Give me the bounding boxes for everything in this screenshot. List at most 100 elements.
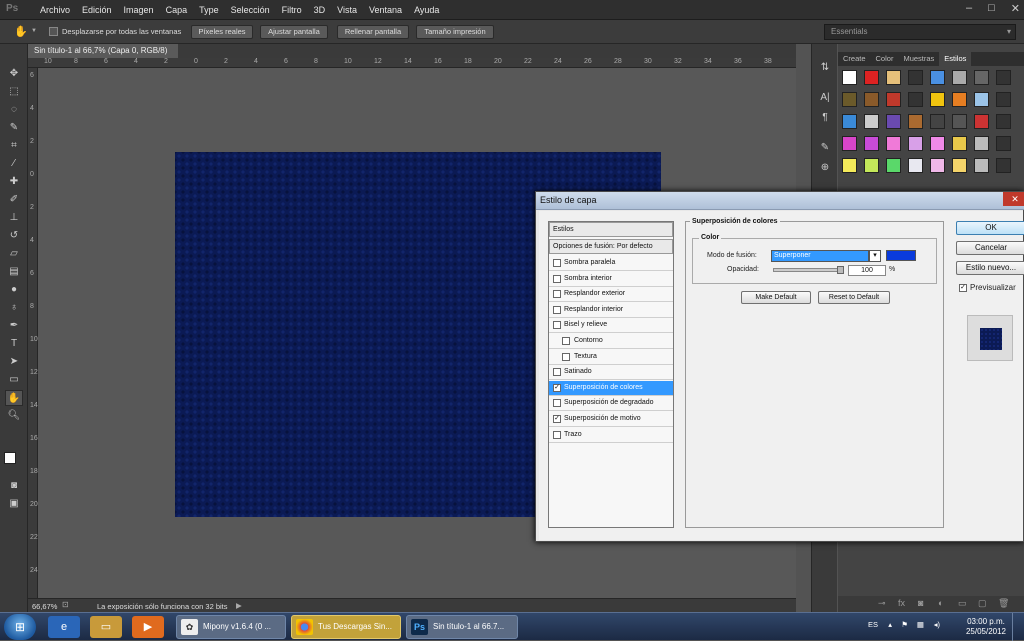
style-item-checkbox[interactable]: ✓	[553, 415, 561, 423]
style-swatch[interactable]	[996, 92, 1011, 107]
style-swatch[interactable]	[886, 136, 901, 151]
style-swatch[interactable]	[974, 136, 989, 151]
chevron-down-icon[interactable]: ▾	[869, 250, 881, 262]
zoom-level[interactable]: 66,67%	[32, 602, 57, 611]
fx-icon[interactable]: fx	[898, 598, 905, 608]
brush-tool-icon[interactable]: ✐	[5, 192, 23, 208]
eraser-tool-icon[interactable]: ▱	[5, 246, 23, 262]
style-item[interactable]: Satinado	[549, 365, 673, 381]
fill-screen-button[interactable]: Rellenar pantalla	[337, 25, 409, 39]
move-tool-icon[interactable]: ✥	[5, 66, 23, 82]
style-swatch[interactable]	[952, 92, 967, 107]
style-swatch[interactable]	[864, 136, 879, 151]
style-swatch[interactable]	[952, 70, 967, 85]
style-swatch[interactable]	[952, 158, 967, 173]
style-swatch[interactable]	[864, 158, 879, 173]
clock[interactable]: 03:00 p.m. 25/05/2012	[966, 617, 1006, 637]
style-swatch[interactable]	[886, 158, 901, 173]
style-swatch[interactable]	[974, 70, 989, 85]
style-swatch[interactable]	[952, 136, 967, 151]
style-swatch[interactable]	[908, 114, 923, 129]
taskbar-task-chrome[interactable]: Tus Descargas Sin...	[291, 615, 401, 639]
zoom-tool-icon[interactable]: 🔍︎	[5, 408, 23, 424]
quick-mask-icon[interactable]: ◙	[5, 478, 23, 494]
cancel-button[interactable]: Cancelar	[956, 241, 1024, 255]
style-swatch[interactable]	[864, 92, 879, 107]
hand-tool-icon[interactable]: ✋	[14, 25, 28, 38]
media-player-icon[interactable]: ▶	[132, 616, 164, 638]
action-center-icon[interactable]: ⚑	[901, 620, 908, 629]
style-swatch[interactable]	[930, 158, 945, 173]
style-swatch[interactable]	[974, 158, 989, 173]
style-item-checkbox[interactable]	[553, 321, 561, 330]
style-item[interactable]: Superposición de degradado	[549, 396, 673, 412]
volume-icon[interactable]: ◂)	[934, 620, 940, 629]
start-button[interactable]: ⊞	[4, 614, 36, 640]
style-item[interactable]: Resplandor interior	[549, 303, 673, 318]
internet-explorer-icon[interactable]: e	[48, 616, 80, 638]
style-item-checkbox[interactable]	[553, 290, 561, 299]
file-explorer-icon[interactable]: ▭	[90, 616, 122, 638]
style-swatch[interactable]	[908, 136, 923, 151]
tab-swatches[interactable]: Muestras	[898, 52, 939, 66]
clone-stamp-icon[interactable]: ⊥	[5, 210, 23, 226]
paragraph-panel-icon[interactable]: ¶	[817, 112, 833, 128]
history-brush-icon[interactable]: ↺	[5, 228, 23, 244]
blend-mode-select[interactable]: Superponer	[771, 250, 869, 262]
quick-select-tool-icon[interactable]: ✎	[5, 120, 23, 136]
ok-button[interactable]: OK	[956, 221, 1024, 235]
style-item[interactable]: Sombra paralela	[549, 256, 673, 271]
style-swatch[interactable]	[996, 158, 1011, 173]
style-swatch[interactable]	[842, 92, 857, 107]
menu-capa[interactable]: Capa	[160, 5, 194, 15]
style-swatch[interactable]	[930, 92, 945, 107]
style-item[interactable]: Sombra interior	[549, 272, 673, 287]
style-swatch[interactable]	[930, 136, 945, 151]
menu-archivo[interactable]: Archivo	[34, 5, 76, 15]
language-indicator[interactable]: ES	[868, 620, 878, 629]
style-item[interactable]: ✓ Superposición de motivo	[549, 412, 673, 427]
blending-options-item[interactable]: Opciones de fusión: Por defecto	[549, 239, 673, 254]
style-item-checkbox[interactable]: ✓	[553, 383, 561, 392]
blur-tool-icon[interactable]: ●	[5, 282, 23, 298]
opacity-slider[interactable]	[773, 268, 843, 272]
actual-pixels-button[interactable]: Píxeles reales	[191, 25, 253, 39]
brush-panel-icon[interactable]: ✎	[817, 142, 833, 158]
dodge-tool-icon[interactable]: ♁	[5, 300, 23, 316]
style-item-checkbox[interactable]	[553, 368, 561, 377]
folder-icon[interactable]: ▭	[958, 598, 967, 609]
style-swatch[interactable]	[908, 70, 923, 85]
style-item[interactable]: ✓ Superposición de colores	[549, 380, 673, 396]
screen-mode-icon[interactable]: ▣	[5, 496, 23, 512]
menu-filtro[interactable]: Filtro	[276, 5, 308, 15]
character-panel-icon[interactable]: A|	[817, 92, 833, 108]
show-desktop-button[interactable]	[1012, 613, 1024, 641]
workspace-switcher[interactable]: Essentials ▾	[824, 24, 1016, 40]
style-swatch[interactable]	[974, 92, 989, 107]
style-swatch[interactable]	[842, 136, 857, 151]
taskbar-task-mipony[interactable]: ✿ Mipony v1.6.4 (0 ...	[176, 615, 286, 639]
mask-icon[interactable]: ◙	[918, 598, 923, 608]
link-icon[interactable]: ⊸	[878, 598, 886, 609]
reset-default-button[interactable]: Reset to Default	[818, 291, 890, 304]
menu-imagen[interactable]: Imagen	[118, 5, 160, 15]
close-window-button[interactable]: ✕	[1011, 2, 1020, 15]
style-swatch[interactable]	[886, 114, 901, 129]
marquee-tool-icon[interactable]: ⬚	[5, 84, 23, 100]
tab-create[interactable]: Create	[838, 52, 871, 66]
style-item[interactable]: Bisel y relieve	[549, 318, 673, 334]
fit-screen-button[interactable]: Ajustar pantalla	[260, 25, 328, 39]
document-tab[interactable]: Sin título-1 al 66,7% (Capa 0, RGB/8) *×	[28, 44, 178, 69]
styles-header[interactable]: Estilos	[549, 222, 673, 237]
scroll-all-checkbox[interactable]	[49, 27, 58, 36]
dialog-titlebar[interactable]: Estilo de capa ✕	[536, 192, 1024, 210]
tab-styles[interactable]: Estilos	[939, 52, 972, 66]
shape-tool-icon[interactable]: ▭	[5, 372, 23, 388]
healing-brush-icon[interactable]: ✚	[5, 174, 23, 190]
style-swatch[interactable]	[974, 114, 989, 129]
menu-edicion[interactable]: Edición	[76, 5, 118, 15]
style-swatch[interactable]	[908, 92, 923, 107]
menu-seleccion[interactable]: Selección	[225, 5, 276, 15]
dialog-close-button[interactable]: ✕	[1003, 192, 1024, 206]
style-item-checkbox[interactable]	[562, 337, 570, 345]
